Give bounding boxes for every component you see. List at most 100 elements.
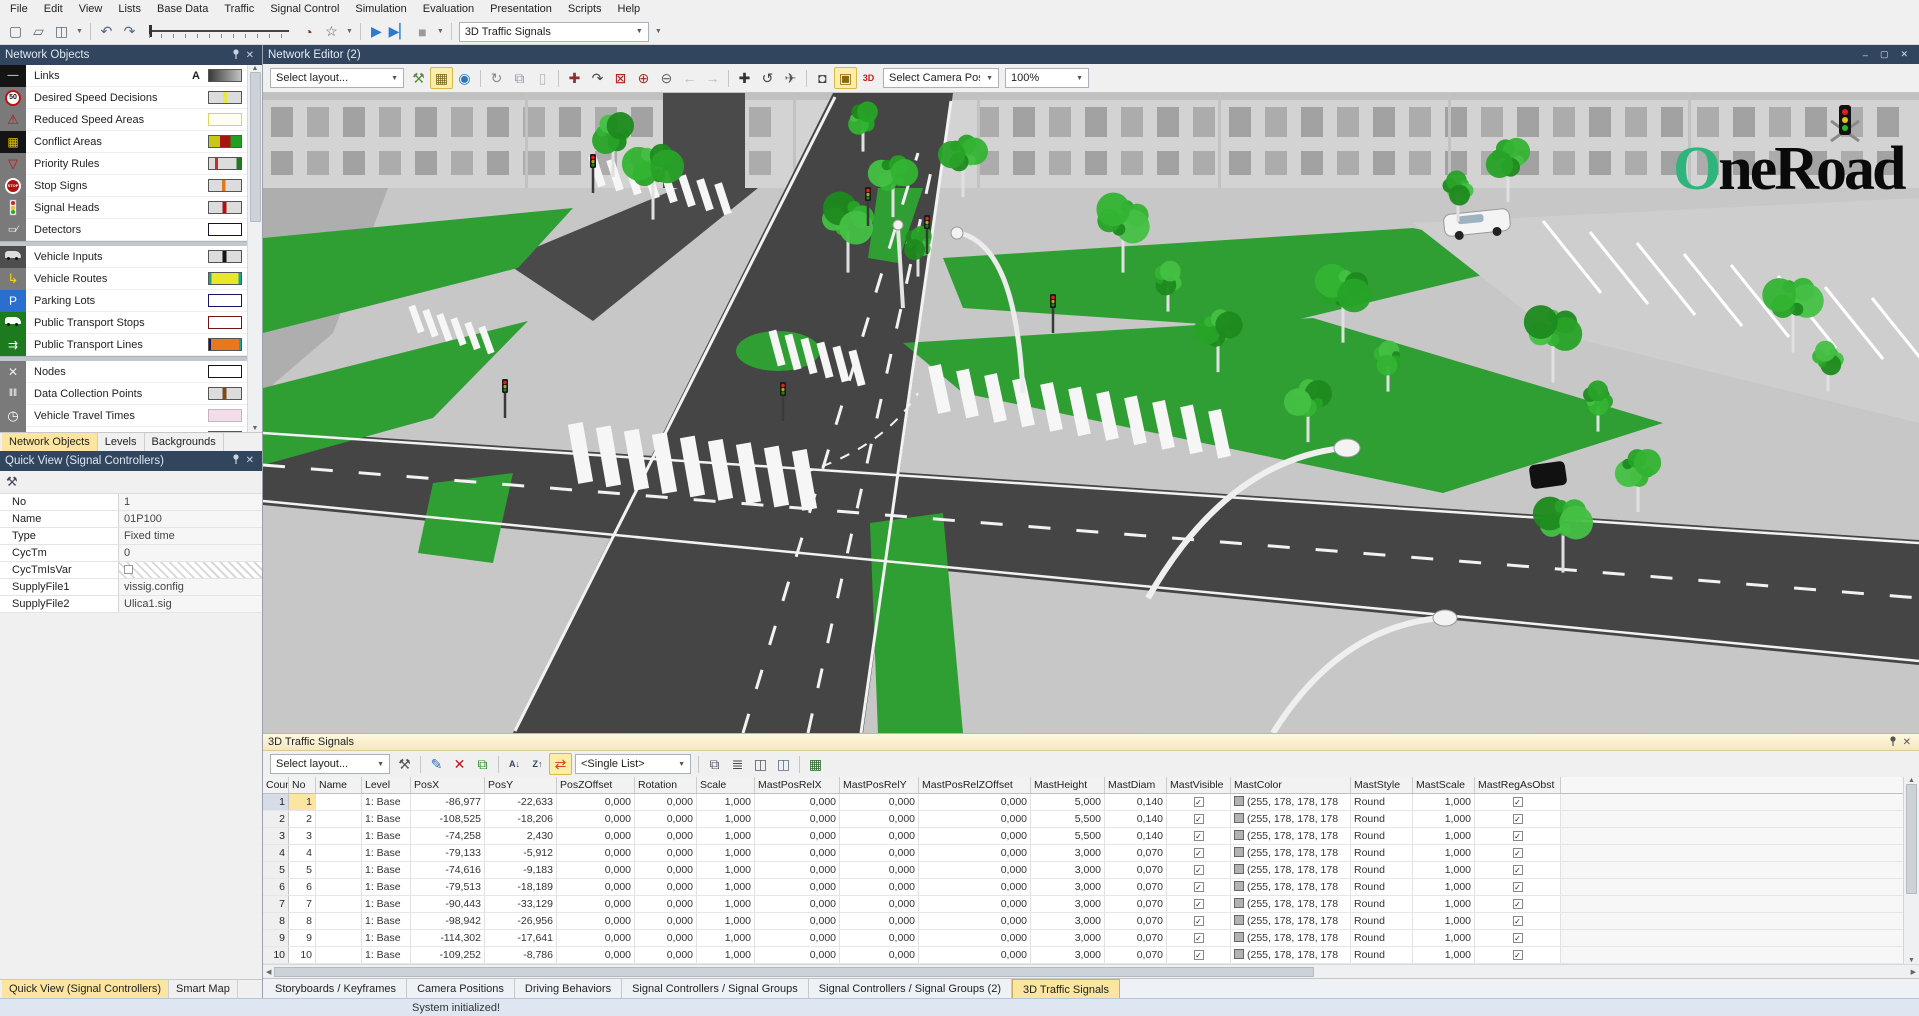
cell-mastdiam[interactable]: 0,140 <box>1105 828 1167 844</box>
cell-posy[interactable]: -17,641 <box>485 930 557 946</box>
cell-poszoffset[interactable]: 0,000 <box>557 811 635 827</box>
network-object-conflict-areas[interactable]: ▦ Conflict Areas <box>0 130 247 153</box>
cell-mastheight[interactable]: 5,500 <box>1031 828 1105 844</box>
menu-help[interactable]: Help <box>610 1 649 18</box>
cell-mastheight[interactable]: 3,000 <box>1031 947 1105 963</box>
checkbox[interactable]: ✓ <box>1193 933 1204 943</box>
cell-no[interactable]: 9 <box>289 930 316 946</box>
cell-poszoffset[interactable]: 0,000 <box>557 828 635 844</box>
database-icon[interactable]: ≣ <box>726 753 749 775</box>
close-icon[interactable]: ✕ <box>1900 737 1914 748</box>
tab-signal-controllers-signal-groups-2[interactable]: Signal Controllers / Signal Groups (2) <box>809 979 1012 998</box>
cell-rotation[interactable]: 0,000 <box>635 828 697 844</box>
color-swatch[interactable] <box>1234 847 1244 857</box>
row-header[interactable]: 3 <box>263 828 289 844</box>
cell-name[interactable] <box>316 828 362 844</box>
network-object-stop-signs[interactable]: STOP Stop Signs <box>0 174 247 197</box>
pan-icon[interactable]: ✚ <box>733 67 756 89</box>
previous-view-icon[interactable]: ← <box>678 67 701 89</box>
orbit-icon[interactable]: ↺ <box>756 67 779 89</box>
cell-maststyle[interactable]: Round <box>1351 828 1413 844</box>
cell-maststyle[interactable]: Round <box>1351 913 1413 929</box>
scroll-down-icon[interactable]: ▼ <box>1908 957 1915 964</box>
cell-mastregasobst[interactable]: ✓ <box>1475 879 1561 895</box>
cell-rotation[interactable]: 0,000 <box>635 913 697 929</box>
cell-posx[interactable]: -74,616 <box>411 862 485 878</box>
table-row[interactable]: 7 7 1: Base -90,443 -33,129 0,000 0,000 1,000 0,… <box>263 896 1903 913</box>
table-row[interactable]: 3 3 1: Base -74,258 2,430 0,000 0,000 1,000 0,00… <box>263 828 1903 845</box>
cell-mastregasobst[interactable]: ✓ <box>1475 947 1561 963</box>
cell-mastposrelzoffset[interactable]: 0,000 <box>919 794 1031 810</box>
cell-posy[interactable]: 2,430 <box>485 828 557 844</box>
cell-mastscale[interactable]: 1,000 <box>1413 947 1475 963</box>
edit-icon[interactable]: ✎ <box>425 753 448 775</box>
cell-mastvisible[interactable]: ✓ <box>1167 896 1231 912</box>
color-swatch[interactable] <box>208 223 242 236</box>
cell-mastcolor[interactable]: (255, 178, 178, 178 <box>1231 845 1351 861</box>
cell-posx[interactable]: -90,443 <box>411 896 485 912</box>
cell-mastposrely[interactable]: 0,000 <box>840 930 919 946</box>
flight-mode-icon[interactable]: ✈ <box>779 67 802 89</box>
cell-scale[interactable]: 1,000 <box>697 930 755 946</box>
undo-icon[interactable]: ↶ <box>95 21 118 43</box>
list-mode-combo[interactable]: <Single List> ▼ <box>575 754 691 774</box>
reload-icon[interactable]: ↻ <box>485 67 508 89</box>
chevron-down-icon[interactable]: ▼ <box>636 28 643 35</box>
color-swatch[interactable] <box>1234 864 1244 874</box>
column-header-posy[interactable]: PosY <box>485 777 557 793</box>
cell-mastposrelzoffset[interactable]: 0,000 <box>919 879 1031 895</box>
cell-posy[interactable]: -8,786 <box>485 947 557 963</box>
cell-scale[interactable]: 1,000 <box>697 913 755 929</box>
row-header[interactable]: 7 <box>263 896 289 912</box>
tab-network-objects[interactable]: Network Objects <box>2 432 98 451</box>
cell-mastdiam[interactable]: 0,070 <box>1105 947 1167 963</box>
cell-no[interactable]: 2 <box>289 811 316 827</box>
cell-mastregasobst[interactable]: ✓ <box>1475 862 1561 878</box>
cell-mastdiam[interactable]: 0,140 <box>1105 794 1167 810</box>
cell-poszoffset[interactable]: 0,000 <box>557 896 635 912</box>
save-icon[interactable]: ◫ <box>50 21 73 43</box>
cell-level[interactable]: 1: Base <box>362 930 411 946</box>
cell-scale[interactable]: 1,000 <box>697 879 755 895</box>
cell-posx[interactable]: -98,942 <box>411 913 485 929</box>
checkbox[interactable]: ✓ <box>1193 899 1204 909</box>
cell-mastposrelx[interactable]: 0,000 <box>755 913 840 929</box>
cell-mastposrelzoffset[interactable]: 0,000 <box>919 930 1031 946</box>
table-row[interactable]: 4 4 1: Base -79,133 -5,912 0,000 0,000 1,000 0,0… <box>263 845 1903 862</box>
cell-mastheight[interactable]: 3,000 <box>1031 879 1105 895</box>
checkbox[interactable]: ✓ <box>1512 797 1523 807</box>
cell-posy[interactable]: -33,129 <box>485 896 557 912</box>
cell-poszoffset[interactable]: 0,000 <box>557 862 635 878</box>
tab-driving-behaviors[interactable]: Driving Behaviors <box>515 979 623 998</box>
sync-selection-icon[interactable]: ⇄ <box>549 753 572 775</box>
camera-position-combo[interactable]: Select Camera Position ▼ <box>883 68 999 88</box>
color-swatch[interactable] <box>1234 830 1244 840</box>
cell-mastcolor[interactable]: (255, 178, 178, 178 <box>1231 896 1351 912</box>
checkbox[interactable]: ✓ <box>1193 865 1204 875</box>
color-swatch[interactable] <box>1234 796 1244 806</box>
column-header-mastposrelx[interactable]: MastPosRelX <box>755 777 840 793</box>
color-swatch[interactable] <box>208 387 242 400</box>
checkbox[interactable]: ✓ <box>1193 797 1204 807</box>
column-header-no[interactable]: No <box>289 777 316 793</box>
minimize-icon[interactable]: – <box>1857 50 1874 60</box>
scroll-up-icon[interactable]: ▲ <box>1908 777 1915 784</box>
cell-posy[interactable]: -18,206 <box>485 811 557 827</box>
cell-mastdiam[interactable]: 0,070 <box>1105 862 1167 878</box>
menu-evaluation[interactable]: Evaluation <box>415 1 482 18</box>
row-header[interactable]: 8 <box>263 913 289 929</box>
rotate-view-icon[interactable]: ↷ <box>586 67 609 89</box>
cell-posx[interactable]: -86,977 <box>411 794 485 810</box>
cell-posy[interactable]: -26,956 <box>485 913 557 929</box>
menu-edit[interactable]: Edit <box>36 1 71 18</box>
column-header-mastheight[interactable]: MastHeight <box>1031 777 1105 793</box>
speed-dial-icon[interactable]: ◔ <box>297 21 320 43</box>
globe-icon[interactable]: ◉ <box>453 67 476 89</box>
cell-mastcolor[interactable]: (255, 178, 178, 178 <box>1231 879 1351 895</box>
zoom-out-icon[interactable]: ⊖ <box>655 67 678 89</box>
color-swatch[interactable] <box>208 365 242 378</box>
cell-posx[interactable]: -114,302 <box>411 930 485 946</box>
maximize-icon[interactable]: ▢ <box>1874 49 1895 60</box>
scroll-thumb[interactable] <box>1906 784 1917 894</box>
cell-mastheight[interactable]: 5,500 <box>1031 811 1105 827</box>
